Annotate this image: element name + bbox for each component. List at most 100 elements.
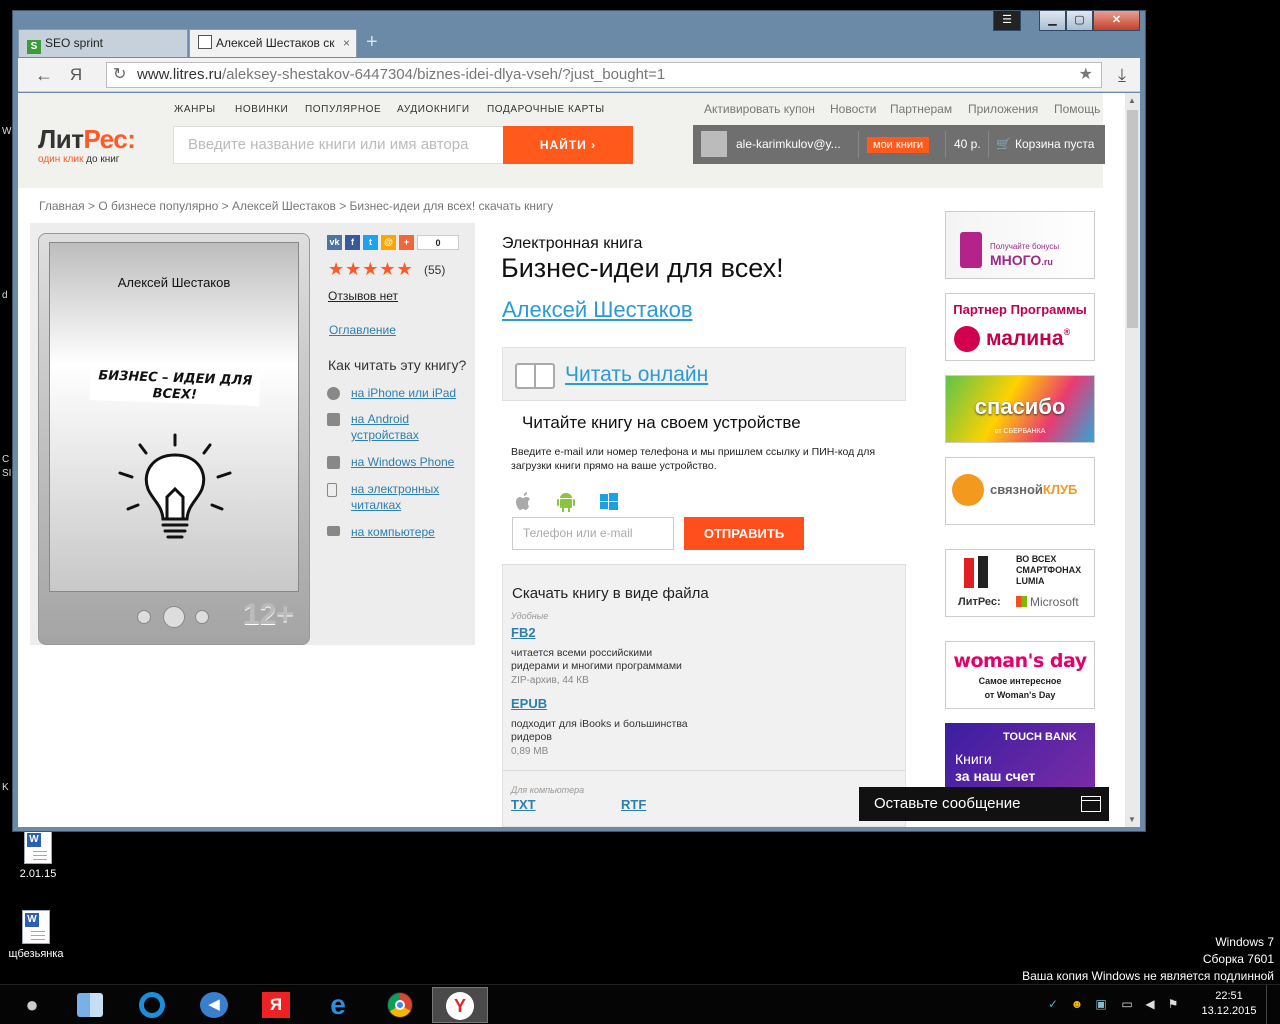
ad-touchbank-line3: за наш счет bbox=[955, 768, 1036, 784]
litres-favicon-icon bbox=[198, 35, 212, 49]
seo-sprint-icon: S bbox=[27, 40, 41, 54]
reload-icon[interactable]: ↻ bbox=[113, 63, 126, 87]
reader-screen: Алексей Шестаков БИЗНЕС – ИДЕИ ДЛЯ ВСЕХ! bbox=[49, 242, 299, 592]
windows-icon[interactable] bbox=[598, 491, 620, 513]
ad-womansday[interactable]: woman's day Самое интересное от Woman's … bbox=[945, 641, 1095, 709]
nav-audiobooks[interactable]: АУДИОКНИГИ bbox=[397, 104, 470, 115]
scrollbar-thumb[interactable] bbox=[1127, 110, 1138, 328]
android-icon[interactable] bbox=[555, 491, 577, 513]
format-fb2-link[interactable]: FB2 bbox=[511, 625, 536, 640]
display-tray-icon[interactable]: ▭ bbox=[1120, 997, 1134, 1011]
litres-logo[interactable]: ЛитРес: bbox=[38, 124, 136, 155]
scroll-up-icon[interactable]: ▲ bbox=[1128, 96, 1136, 105]
tab-seo-sprint[interactable]: S SEO sprint bbox=[18, 29, 188, 57]
checkmark-tray-icon[interactable]: ✓ bbox=[1046, 997, 1060, 1011]
ad-malina[interactable]: Партнер Программы малина® bbox=[945, 293, 1095, 361]
toc-link[interactable]: Оглавление bbox=[329, 323, 396, 337]
rating-stars[interactable]: ★★★★★ bbox=[328, 259, 414, 280]
help-link[interactable]: Помощь bbox=[1054, 102, 1100, 116]
ad-spasibo[interactable]: спасибо от СБЕРБАНКА bbox=[945, 375, 1095, 443]
vk-share-icon[interactable]: vk bbox=[327, 235, 342, 250]
twitter-share-icon[interactable]: t bbox=[363, 235, 378, 250]
reviews-link[interactable]: Отзывов нет bbox=[328, 289, 398, 303]
browser-menu-icon[interactable]: ☰ bbox=[993, 11, 1021, 31]
show-desktop-button[interactable] bbox=[1266, 985, 1278, 1024]
balance[interactable]: 40 р. bbox=[954, 125, 981, 164]
phone-icon bbox=[964, 558, 974, 588]
chrome-icon[interactable] bbox=[372, 987, 428, 1023]
howto-iphone-link[interactable]: на iPhone или iPad bbox=[351, 385, 456, 401]
volume-app-icon[interactable]: ◀ bbox=[186, 987, 242, 1023]
nav-gift-cards[interactable]: ПОДАРОЧНЫЕ КАРТЫ bbox=[487, 104, 605, 115]
tab-litres[interactable]: Алексей Шестаков ск × bbox=[189, 29, 357, 57]
send-button[interactable]: ОТПРАВИТЬ bbox=[684, 517, 804, 550]
yandex-icon[interactable]: Я bbox=[64, 64, 88, 86]
leave-message-widget[interactable]: Оставьте сообщение bbox=[859, 787, 1109, 821]
download-icon[interactable]: ⤓ bbox=[1110, 64, 1134, 86]
nav-genres[interactable]: ЖАНРЫ bbox=[174, 104, 216, 115]
ad-touchbank[interactable]: TOUCH BANK Книги за наш счет bbox=[945, 723, 1095, 793]
apps-link[interactable]: Приложения bbox=[968, 102, 1038, 116]
word-document-icon bbox=[22, 910, 50, 944]
yandex-active-icon[interactable]: Y bbox=[432, 987, 488, 1023]
mailru-share-icon[interactable]: @ bbox=[381, 235, 396, 250]
smiley-tray-icon[interactable]: ☻ bbox=[1070, 997, 1084, 1011]
format-txt-link[interactable]: TXT bbox=[511, 797, 536, 812]
partners-link[interactable]: Партнерам bbox=[890, 102, 952, 116]
yandex-browser-icon[interactable]: Я bbox=[248, 987, 304, 1023]
howto-ereader-link[interactable]: на электронных читалках bbox=[351, 481, 439, 513]
chat-label: Оставьте сообщение bbox=[874, 795, 1021, 812]
finder-icon[interactable] bbox=[62, 987, 118, 1023]
internet-explorer-icon[interactable]: e bbox=[310, 987, 366, 1023]
format-rtf-link[interactable]: RTF bbox=[621, 797, 646, 812]
activate-coupon-link[interactable]: Активировать купон bbox=[704, 102, 815, 116]
howto-computer-link[interactable]: на компьютере bbox=[351, 524, 435, 540]
facebook-share-icon[interactable]: f bbox=[345, 235, 360, 250]
breadcrumb[interactable]: Главная > О бизнесе популярно > Алексей … bbox=[39, 199, 553, 213]
news-link[interactable]: Новости bbox=[830, 102, 876, 116]
nav-popular[interactable]: ПОПУЛЯРНОЕ bbox=[305, 104, 381, 115]
maximize-button[interactable]: ▢ bbox=[1066, 11, 1093, 31]
back-button[interactable]: ← bbox=[32, 64, 56, 86]
system-clock[interactable]: 22:51 13.12.2015 bbox=[1198, 989, 1260, 1019]
howto-windows-phone-link[interactable]: на Windows Phone bbox=[351, 454, 454, 470]
nav-new[interactable]: НОВИНКИ bbox=[235, 104, 288, 115]
scroll-down-icon[interactable]: ▼ bbox=[1128, 815, 1136, 824]
ad-lumia[interactable]: ВО ВСЕХ СМАРТФОНАХ LUMIA ЛитРес: Microsoft bbox=[945, 549, 1095, 617]
format-epub-link[interactable]: EPUB bbox=[511, 696, 547, 711]
search-button[interactable]: НАЙТИ › bbox=[503, 126, 633, 164]
phone-email-input[interactable]: Телефон или e-mail bbox=[512, 517, 674, 550]
apple-icon[interactable] bbox=[513, 491, 535, 513]
format-epub-desc-line1: подходит для iBooks и большинства bbox=[511, 718, 688, 730]
my-books-button[interactable]: мои книги bbox=[867, 125, 930, 164]
new-tab-icon[interactable]: + bbox=[366, 31, 378, 54]
ad-touchbank-logo: TOUCH BANK bbox=[1003, 731, 1077, 743]
desktop-icon-file-2[interactable]: щбезьянка bbox=[6, 910, 66, 960]
close-window-button[interactable]: ✕ bbox=[1093, 11, 1140, 31]
book-author-link[interactable]: Алексей Шестаков bbox=[502, 297, 693, 323]
page-scrollbar[interactable]: ▲ ▼ bbox=[1125, 93, 1140, 827]
ad-svyaznoy[interactable]: связнойКЛУБ bbox=[945, 457, 1095, 525]
ad-malina-line1: Партнер Программы bbox=[953, 302, 1087, 317]
bookmark-star-icon[interactable]: ★ bbox=[1079, 63, 1093, 87]
search-input[interactable]: Введите название книги или имя автора bbox=[173, 126, 504, 164]
desktop-icon-file-1[interactable]: 2.01.15 bbox=[8, 830, 68, 880]
howto-android-link[interactable]: на Android устройствах bbox=[351, 411, 419, 443]
ad-womansday-line3: от Woman's Day bbox=[984, 690, 1056, 700]
address-bar[interactable]: ↻ www.litres.ru/aleksey-shestakov-644730… bbox=[106, 62, 1102, 88]
cart-status[interactable]: Корзина пуста bbox=[1015, 125, 1094, 164]
quicktime-icon[interactable] bbox=[124, 987, 180, 1023]
start-apple-icon[interactable]: ● bbox=[2, 987, 62, 1023]
user-email[interactable]: ale-karimkulov@y... bbox=[736, 125, 841, 164]
flag-tray-icon[interactable]: ⚑ bbox=[1166, 997, 1180, 1011]
tab-bar: S SEO sprint Алексей Шестаков ск × + bbox=[18, 29, 1138, 57]
speaker-tray-icon[interactable]: ◀ bbox=[1143, 997, 1157, 1011]
avatar[interactable] bbox=[701, 131, 727, 157]
more-share-icon[interactable]: + bbox=[399, 235, 414, 250]
close-tab-icon[interactable]: × bbox=[343, 30, 350, 57]
network-app-tray-icon[interactable]: ▣ bbox=[1094, 997, 1108, 1011]
read-online-link[interactable]: Читать онлайн bbox=[565, 363, 708, 387]
ad-lumia-line2: СМАРТФОНАХ bbox=[1016, 565, 1082, 575]
minimize-button[interactable]: ▁ bbox=[1039, 11, 1066, 31]
ad-mnogo[interactable]: Получайте бонусы МНОГО.ru bbox=[945, 211, 1095, 279]
